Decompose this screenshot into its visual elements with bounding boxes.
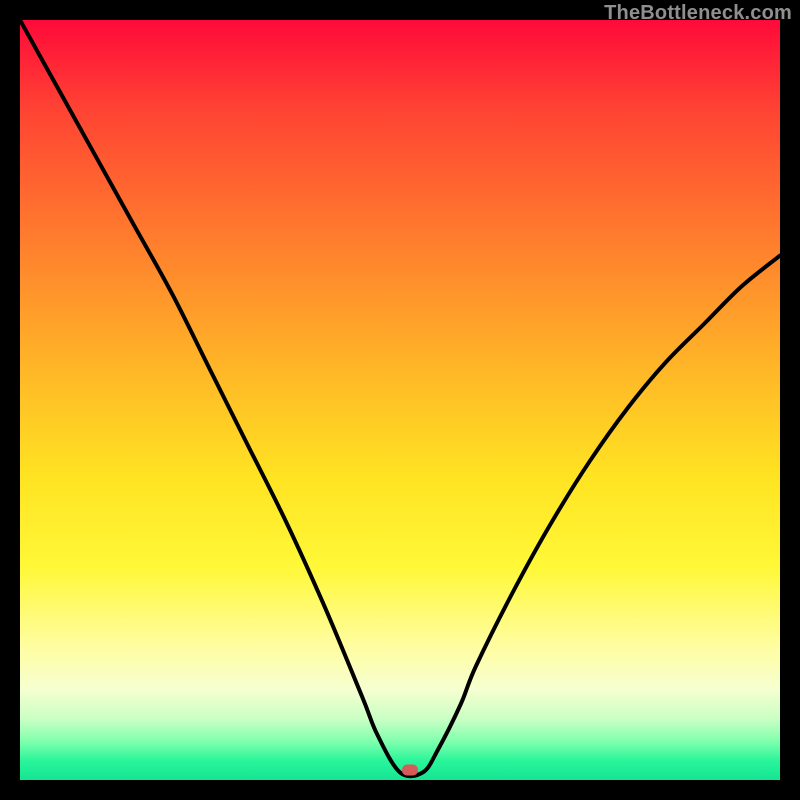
optimal-point-marker: [402, 765, 418, 776]
chart-frame: TheBottleneck.com: [0, 0, 800, 800]
plot-area: [20, 20, 780, 780]
curve-path: [20, 20, 780, 776]
bottleneck-curve: [20, 20, 780, 780]
